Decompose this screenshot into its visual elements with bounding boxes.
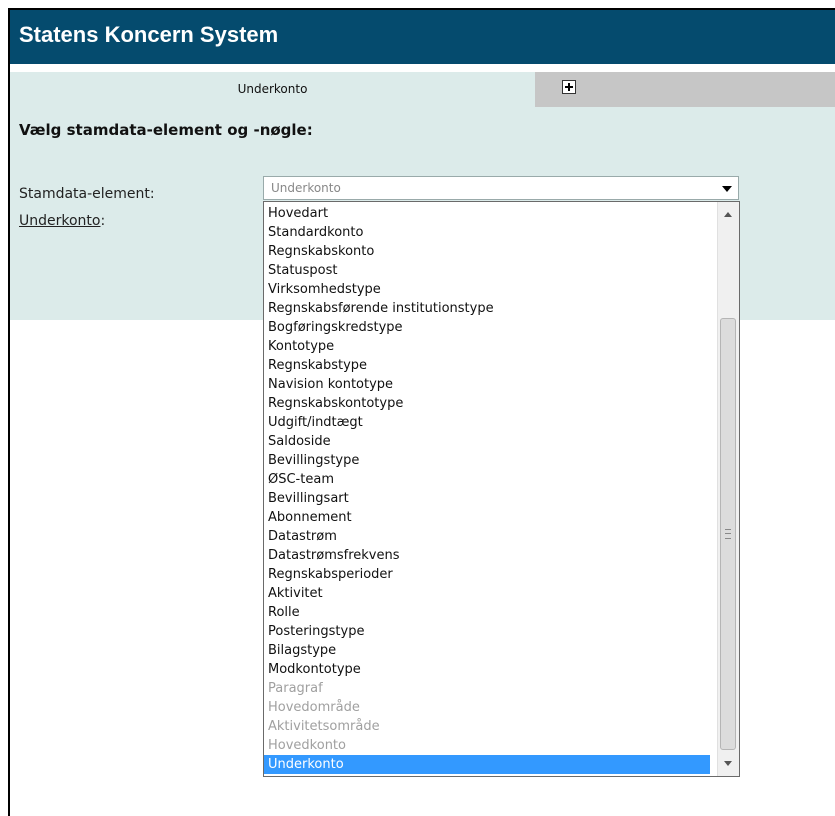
app-frame: Statens Koncern System Underkonto Vælg s… <box>8 8 835 816</box>
dropdown-option[interactable]: ØSC-team <box>264 470 710 489</box>
grip-icon <box>725 529 731 539</box>
dropdown-option[interactable]: Datastrøm <box>264 527 710 546</box>
option-list: Hovedart Standardkonto Regnskabskonto Statu… <box>264 204 710 774</box>
dropdown-option[interactable]: Virksomhedstype <box>264 280 710 299</box>
tab-label: Underkonto <box>237 82 308 96</box>
dropdown-option[interactable]: Regnskabskontotype <box>264 394 710 413</box>
dropdown-option[interactable]: Underkonto <box>264 755 710 774</box>
stamdata-element-select[interactable]: Underkonto <box>263 176 739 200</box>
dropdown-option[interactable]: Paragraf <box>264 679 710 698</box>
dropdown-option[interactable]: Udgift/indtægt <box>264 413 710 432</box>
underkonto-label-row: Underkonto: <box>19 213 105 229</box>
dropdown-scrollbar[interactable] <box>717 202 739 776</box>
dropdown-option[interactable]: Kontotype <box>264 337 710 356</box>
dropdown-option[interactable]: Bilagstype <box>264 641 710 660</box>
tab-strip: Underkonto <box>10 72 835 107</box>
dropdown-option[interactable]: Datastrømsfrekvens <box>264 546 710 565</box>
scroll-up-arrow-icon[interactable] <box>724 212 732 217</box>
dropdown-option[interactable]: Aktivitet <box>264 584 710 603</box>
dropdown-option[interactable]: Regnskabstype <box>264 356 710 375</box>
app-header: Statens Koncern System <box>10 10 835 64</box>
dropdown-option[interactable]: Hovedart <box>264 204 710 223</box>
scroll-down-arrow-icon[interactable] <box>724 761 732 766</box>
dropdown-option[interactable]: Posteringstype <box>264 622 710 641</box>
stamdata-element-label: Stamdata-element: <box>19 186 155 202</box>
tab-underkonto[interactable]: Underkonto <box>10 72 535 107</box>
dropdown-option[interactable]: Statuspost <box>264 261 710 280</box>
dropdown-option[interactable]: Standardkonto <box>264 223 710 242</box>
plus-icon[interactable] <box>562 80 576 94</box>
dropdown-option[interactable]: Regnskabsførende institutionstype <box>264 299 710 318</box>
dropdown-option[interactable]: Aktivitetsområde <box>264 717 710 736</box>
dropdown-option[interactable]: Modkontotype <box>264 660 710 679</box>
underkonto-label[interactable]: Underkonto <box>19 213 100 229</box>
underkonto-colon: : <box>100 213 106 229</box>
dropdown-option[interactable]: Bevillingstype <box>264 451 710 470</box>
dropdown-option[interactable]: Hovedområde <box>264 698 710 717</box>
scroll-thumb[interactable] <box>720 318 736 750</box>
dropdown-option[interactable]: Navision kontotype <box>264 375 710 394</box>
select-current-value: Underkonto <box>271 181 341 195</box>
dropdown-option[interactable]: Bevillingsart <box>264 489 710 508</box>
section-heading: Vælg stamdata-element og -nøgle: <box>19 121 313 139</box>
dropdown-option[interactable]: Bogføringskredstype <box>264 318 710 337</box>
stamdata-dropdown-list[interactable]: Hovedart Standardkonto Regnskabskonto Statu… <box>263 201 740 777</box>
chevron-down-icon[interactable] <box>722 186 732 192</box>
dropdown-option[interactable]: Abonnement <box>264 508 710 527</box>
dropdown-option[interactable]: Regnskabskonto <box>264 242 710 261</box>
dropdown-option[interactable]: Regnskabsperioder <box>264 565 710 584</box>
app-title: Statens Koncern System <box>19 22 279 47</box>
dropdown-option[interactable]: Hovedkonto <box>264 736 710 755</box>
dropdown-option[interactable]: Rolle <box>264 603 710 622</box>
dropdown-option[interactable]: Saldoside <box>264 432 710 451</box>
